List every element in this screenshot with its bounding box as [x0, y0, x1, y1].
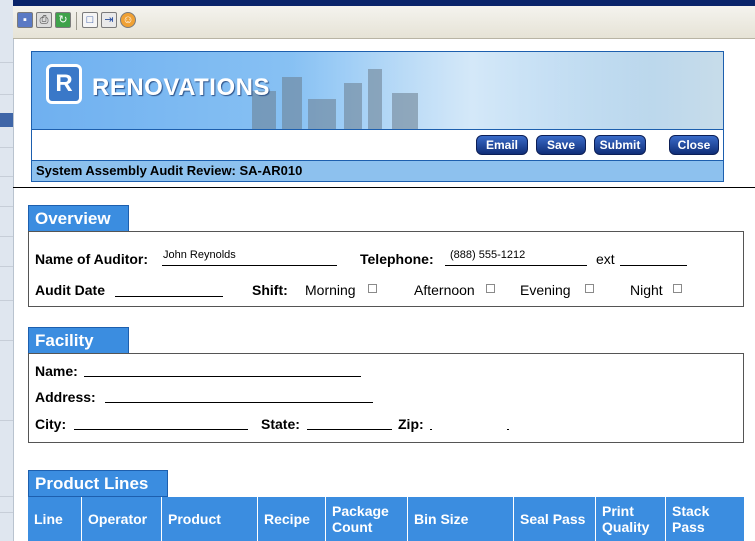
- window-icon[interactable]: □: [82, 12, 98, 28]
- shift-evening-checkbox[interactable]: [585, 284, 594, 293]
- background-window-strip: [0, 0, 14, 541]
- shift-night-label: Night: [630, 282, 663, 298]
- column-header: Recipe: [258, 497, 326, 541]
- column-header: Bin Size: [408, 497, 514, 541]
- email-button[interactable]: Email: [476, 135, 528, 155]
- shift-night-checkbox[interactable]: [673, 284, 682, 293]
- auditor-value[interactable]: John Reynolds: [163, 249, 236, 261]
- product-lines-header-row: Line Operator Product Recipe Package Cou…: [28, 497, 744, 541]
- column-header: Seal Pass: [514, 497, 596, 541]
- shift-morning-label: Morning: [305, 282, 356, 298]
- column-header: Package Count: [326, 497, 408, 541]
- column-header: Operator: [82, 497, 162, 541]
- overview-heading: Overview: [28, 205, 129, 232]
- shift-evening-label: Evening: [520, 282, 571, 298]
- divider: [13, 187, 755, 188]
- refresh-icon[interactable]: ↻: [55, 12, 71, 28]
- facility-state-field[interactable]: [307, 429, 392, 430]
- background-selected-row: [0, 113, 13, 127]
- save-button[interactable]: Save: [536, 135, 586, 155]
- facility-name-label: Name:: [35, 363, 78, 379]
- export-icon[interactable]: ⇥: [101, 12, 117, 28]
- logo-icon: R: [46, 64, 82, 104]
- shift-afternoon-checkbox[interactable]: [486, 284, 495, 293]
- action-bar: Email Save Submit Close: [31, 130, 724, 160]
- column-header: Line: [28, 497, 82, 541]
- facility-city-field[interactable]: [74, 429, 248, 430]
- column-header: Product: [162, 497, 258, 541]
- header-banner: R RENOVATIONS: [31, 51, 724, 130]
- facility-zip-label: Zip:: [398, 416, 424, 432]
- telephone-label: Telephone:: [360, 251, 434, 267]
- facility-heading: Facility: [28, 327, 129, 354]
- ext-field[interactable]: [620, 265, 687, 266]
- close-button[interactable]: Close: [669, 135, 719, 155]
- shift-morning-checkbox[interactable]: [368, 284, 377, 293]
- submit-button[interactable]: Submit: [594, 135, 646, 155]
- facility-city-label: City:: [35, 416, 67, 432]
- print-icon[interactable]: ⎙: [36, 12, 52, 28]
- form-title: System Assembly Audit Review: SA-AR010: [31, 160, 724, 182]
- column-header: Stack Pass: [672, 503, 710, 535]
- facility-state-label: State:: [261, 416, 300, 432]
- auditor-label: Name of Auditor:: [35, 251, 149, 267]
- toolbar: ▪ ⎙ ↻ □ ⇥ ☺: [13, 6, 755, 39]
- help-icon[interactable]: ☺: [120, 12, 136, 28]
- facility-name-field[interactable]: [84, 376, 361, 377]
- audit-date-field[interactable]: [115, 296, 223, 297]
- facility-zip-field[interactable]: [430, 429, 432, 430]
- telephone-underline: [445, 265, 587, 266]
- logo-text: RENOVATIONS: [92, 74, 270, 101]
- audit-date-label: Audit Date: [35, 282, 105, 298]
- column-header: Print Quality: [596, 497, 666, 541]
- save-icon[interactable]: ▪: [17, 12, 33, 28]
- telephone-value[interactable]: (888) 555-1212: [450, 249, 525, 261]
- shift-label: Shift:: [252, 282, 288, 298]
- product-lines-heading: Product Lines: [28, 470, 168, 497]
- shift-afternoon-label: Afternoon: [414, 282, 475, 298]
- ext-label: ext: [596, 251, 615, 267]
- auditor-underline: [162, 265, 337, 266]
- facility-address-label: Address:: [35, 389, 96, 405]
- facility-address-field[interactable]: [105, 402, 373, 403]
